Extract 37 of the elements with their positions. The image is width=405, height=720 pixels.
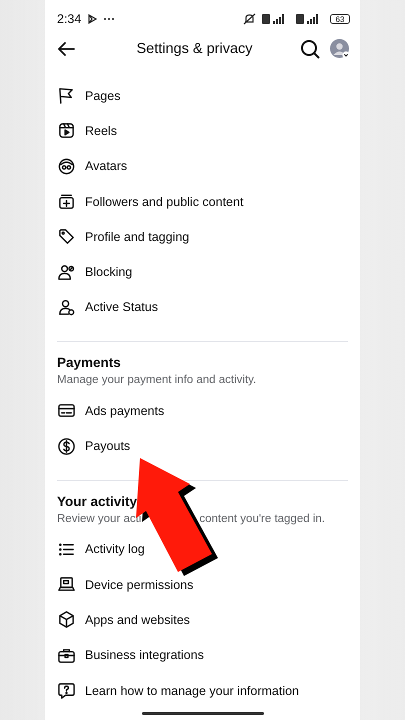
question-bubble-icon: [57, 681, 76, 700]
page-title: Settings & privacy: [135, 41, 254, 57]
tag-icon: [57, 227, 76, 246]
flag-icon: [57, 86, 76, 106]
battery-level: 63: [330, 14, 350, 24]
back-arrow-icon[interactable]: [57, 41, 75, 57]
settings-item[interactable]: Avatars: [85, 159, 128, 174]
reels-icon: [57, 121, 76, 140]
settings-item[interactable]: Device permissions: [85, 578, 194, 592]
more-dots-icon: [103, 17, 116, 21]
settings-item[interactable]: Reels: [85, 124, 117, 138]
section-title: Your activity: [56, 492, 138, 511]
settings-item[interactable]: Active Status: [85, 300, 158, 314]
settings-item[interactable]: Blocking: [85, 265, 132, 280]
settings-item[interactable]: Followers and public content: [85, 194, 244, 209]
settings-item[interactable]: Profile and tagging: [85, 230, 190, 244]
settings-item[interactable]: Activity log: [85, 542, 145, 556]
section-description: Manage your payment info and activity.: [57, 373, 256, 388]
settings-item[interactable]: Ads payments: [85, 404, 164, 418]
search-icon[interactable]: [300, 39, 320, 59]
settings-item[interactable]: Business integrations: [85, 648, 204, 662]
play-icon: [87, 14, 98, 24]
settings-item[interactable]: Payouts: [85, 439, 130, 454]
add-box-icon: [57, 192, 76, 212]
avatar-icon[interactable]: [330, 39, 350, 59]
settings-item[interactable]: Learn how to manage your information: [85, 684, 300, 698]
settings-item[interactable]: Apps and websites: [85, 612, 190, 627]
dollar-icon: [57, 436, 76, 456]
cube-icon: [57, 610, 76, 630]
section-description: content you're tagged in.: [199, 512, 325, 527]
person-blocked-icon: [57, 262, 76, 282]
settings-item[interactable]: Pages: [85, 88, 120, 103]
person-status-icon: [57, 298, 76, 317]
mute-icon: [243, 13, 256, 25]
section-title: Payments: [56, 354, 122, 372]
avatar-face-icon: [57, 156, 76, 176]
status-time: 2:34: [57, 12, 82, 26]
